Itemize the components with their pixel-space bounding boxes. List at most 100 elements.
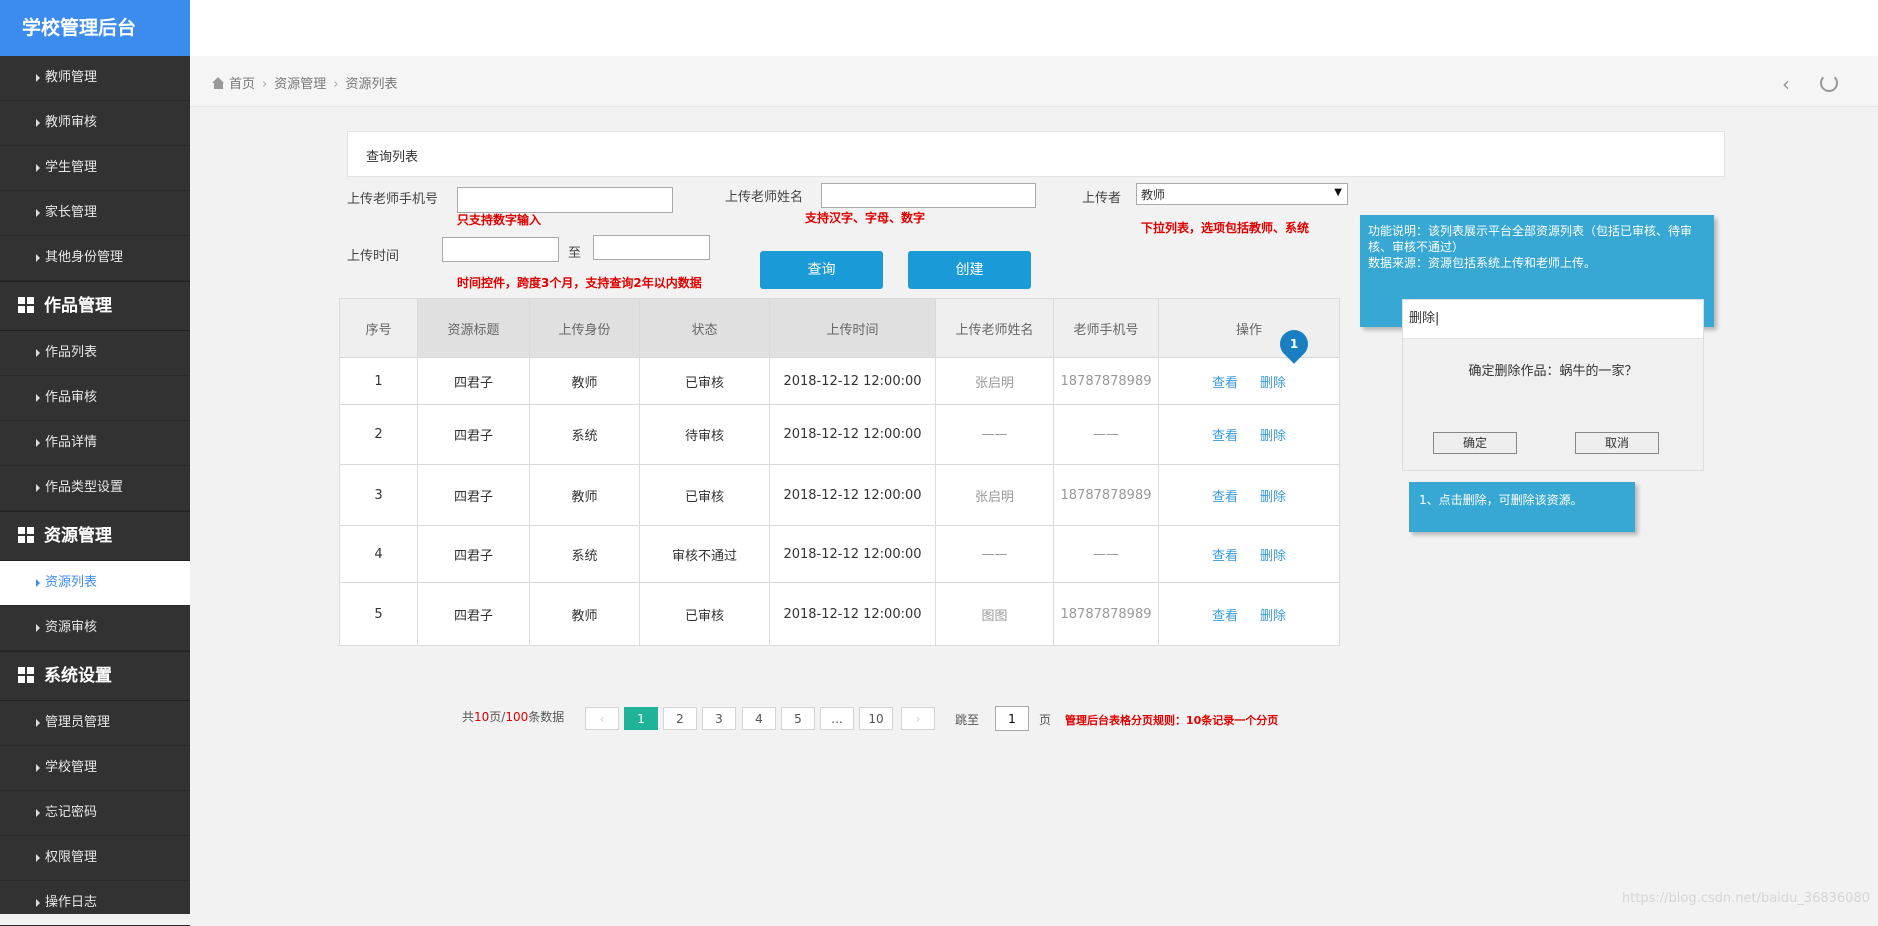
table-row: 5 四君子 教师 已审核 2018-12-12 12:00:00 图图 1878… [339,582,1340,646]
cell-teacher-phone: —— [1053,404,1159,465]
uploader-selected-value: 教师 [1141,188,1166,202]
cell-teacher-name: —— [935,525,1054,583]
page-4[interactable]: 4 [742,707,776,730]
date-range-separator: 至 [568,246,582,261]
nav-item-admin-mgmt[interactable]: 管理员管理 [0,701,190,746]
page-10[interactable]: 10 [859,707,893,730]
breadcrumb-resource-list: 资源列表 [345,77,398,92]
caret-right-icon [36,254,40,262]
delete-link[interactable]: 删除 [1260,549,1286,564]
cell-identity: 教师 [529,464,640,526]
refresh-icon[interactable] [1820,74,1838,92]
cell-identity: 系统 [529,404,640,465]
view-link[interactable]: 查看 [1212,376,1238,391]
view-link[interactable]: 查看 [1212,429,1238,444]
back-arrow-icon[interactable]: ‹ [1782,72,1790,96]
nav-item-forgot-password[interactable]: 忘记密码 [0,791,190,836]
delete-link[interactable]: 删除 [1260,490,1286,505]
delete-link[interactable]: 删除 [1260,376,1286,391]
annotation-marker: 1 [1274,324,1314,364]
panel-title: 查询列表 [366,150,419,165]
jump-label: 跳至 [955,713,980,727]
next-page-button[interactable]: › [901,707,935,730]
cell-actions: 查看 删除 [1158,464,1340,526]
caret-right-icon [36,854,40,862]
nav-label: 教师管理 [45,70,98,85]
nav-item-other-identity[interactable]: 其他身份管理 [0,236,190,281]
nav-item-resource-list[interactable]: 资源列表 [0,561,190,606]
nav-group-works[interactable]: 作品管理 [0,281,190,331]
nav-group-label: 系统设置 [44,666,112,686]
cell-upload-time: 2018-12-12 12:00:00 [769,464,936,526]
nav-item-works-type[interactable]: 作品类型设置 [0,466,190,511]
prev-page-button[interactable]: ‹ [585,707,619,730]
view-link[interactable]: 查看 [1212,490,1238,505]
upload-time-label: 上传时间 [347,249,400,264]
delete-link[interactable]: 删除 [1260,609,1286,624]
col-header-actions: 操作 [1158,298,1340,358]
nav-label: 家长管理 [45,205,98,220]
page-unit: 页 [1039,713,1052,727]
nav-label: 作品类型设置 [45,480,124,495]
end-date-input[interactable] [593,235,710,260]
dialog-message: 确定删除作品：蜗牛的一家？ [1468,364,1638,379]
pagination-rule-note: 管理后台表格分页规则：10条记录一个分页 [1065,714,1279,727]
nav-label: 其他身份管理 [45,250,124,265]
resource-table: 序号 资源标题 上传身份 状态 上传时间 上传老师姓名 老师手机号 操作 1 四… [339,298,1340,646]
nav-item-school-mgmt[interactable]: 学校管理 [0,746,190,791]
nav-label: 作品列表 [45,345,98,360]
delete-description-tip: 1、点击删除，可删除该资源。 [1409,482,1635,532]
top-bar [190,0,1878,56]
annotation-marker-number: 1 [1289,337,1299,351]
dialog-cancel-button[interactable]: 取消 [1575,432,1659,454]
tip-line-1: 功能说明：该列表展示平台全部资源列表（包括已审核、待审核、审核不通过） [1368,224,1693,254]
page-2[interactable]: 2 [663,707,697,730]
col-header-upload-time: 上传时间 [769,298,936,358]
table-row: 4 四君子 系统 审核不通过 2018-12-12 12:00:00 —— ——… [339,525,1340,583]
cell-status: 审核不通过 [639,525,770,583]
nav-label: 学校管理 [45,760,98,775]
page-1[interactable]: 1 [624,707,658,730]
cell-title: 四君子 [417,404,530,465]
caret-right-icon [36,624,40,632]
breadcrumb-resource-mgmt[interactable]: 资源管理 [274,77,326,92]
nav-item-parent-mgmt[interactable]: 家长管理 [0,191,190,236]
start-date-input[interactable] [442,237,559,262]
teacher-name-input[interactable] [821,183,1036,208]
grid-icon [18,527,34,543]
phone-input[interactable] [457,187,673,213]
col-header-index: 序号 [339,298,418,358]
nav-item-works-list[interactable]: 作品列表 [0,331,190,376]
nav-item-teacher-mgmt[interactable]: 教师管理 [0,56,190,101]
view-link[interactable]: 查看 [1212,609,1238,624]
caret-right-icon [36,809,40,817]
page-3[interactable]: 3 [702,707,736,730]
view-link[interactable]: 查看 [1212,549,1238,564]
page-5[interactable]: 5 [781,707,815,730]
breadcrumb-home[interactable]: 首页 [229,77,255,92]
nav-group-resources[interactable]: 资源管理 [0,511,190,561]
create-button[interactable]: 创建 [908,251,1031,289]
app-title: 学校管理后台 [0,0,190,56]
nav-group-settings[interactable]: 系统设置 [0,651,190,701]
cell-identity: 系统 [529,525,640,583]
nav-item-student-mgmt[interactable]: 学生管理 [0,146,190,191]
cell-teacher-phone: —— [1053,525,1159,583]
query-button[interactable]: 查询 [760,251,883,289]
nav-item-permissions[interactable]: 权限管理 [0,836,190,881]
jump-page-input[interactable] [995,706,1029,731]
cell-identity: 教师 [529,357,640,405]
cell-actions: 查看 删除 [1158,525,1340,583]
cell-actions: 查看 删除 [1158,582,1340,646]
dialog-ok-button[interactable]: 确定 [1433,432,1517,454]
cell-title: 四君子 [417,582,530,646]
nav-item-works-review[interactable]: 作品审核 [0,376,190,421]
nav-item-operation-log[interactable]: 操作日志 [0,881,190,926]
nav-item-resource-review[interactable]: 资源审核 [0,606,190,651]
nav-label: 作品详情 [45,435,98,450]
nav-group-label: 资源管理 [44,526,112,546]
nav-item-teacher-review[interactable]: 教师审核 [0,101,190,146]
delete-link[interactable]: 删除 [1260,429,1286,444]
nav-item-works-detail[interactable]: 作品详情 [0,421,190,466]
uploader-select[interactable]: 教师 ▼ [1136,183,1348,205]
